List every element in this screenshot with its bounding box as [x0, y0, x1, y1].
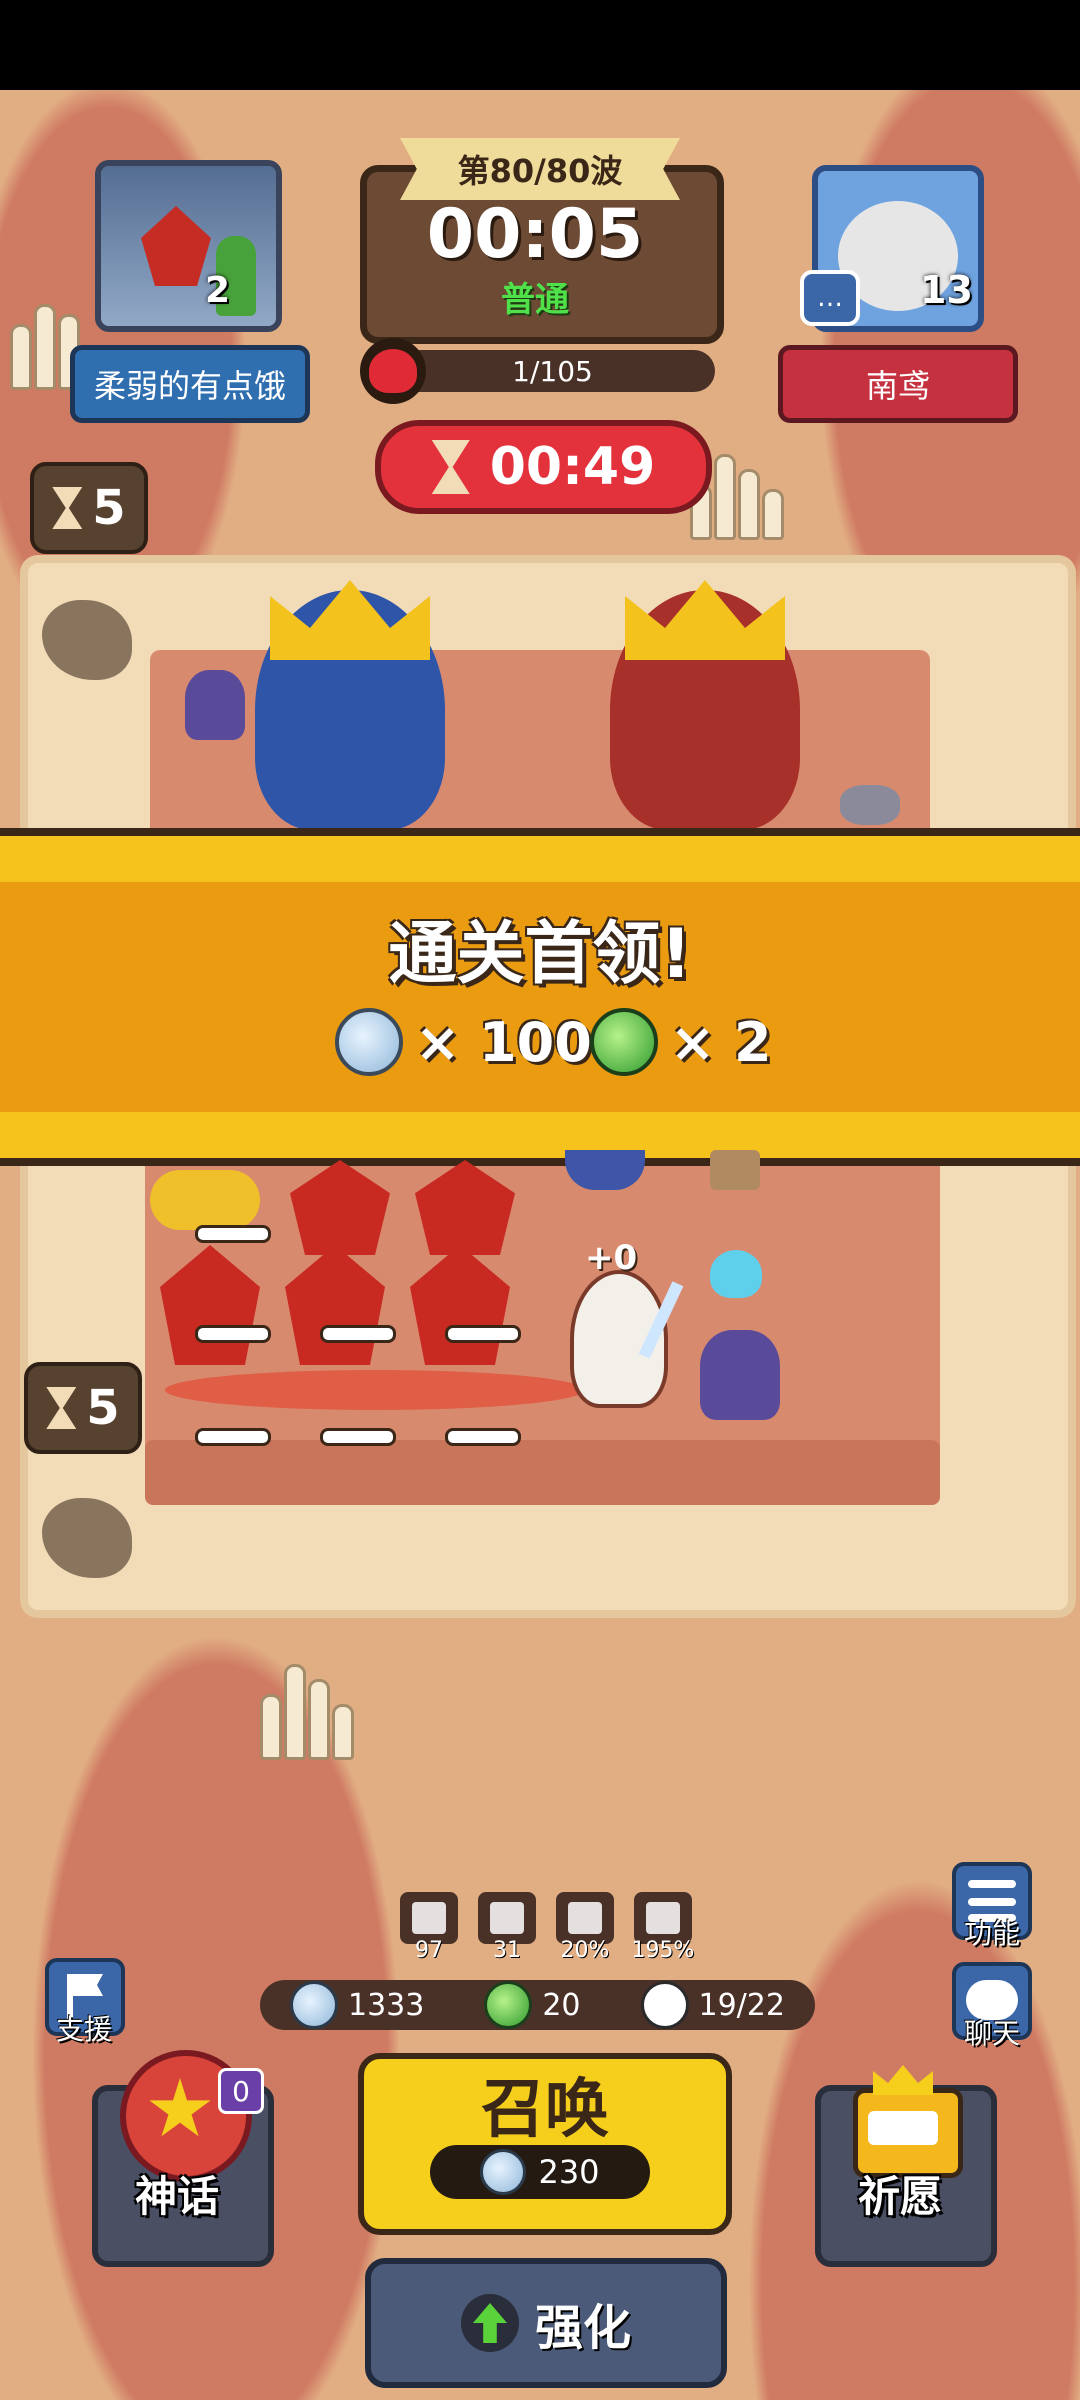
summon-cost: 230 — [430, 2145, 650, 2199]
boss-level: 2 — [205, 270, 231, 311]
silver-coin-icon — [480, 2149, 527, 2195]
up-arrow-icon — [460, 2294, 519, 2352]
wave-timer: 00:05 — [426, 195, 644, 274]
green-gem-icon — [484, 1981, 533, 2029]
stat-speed: 31 — [478, 1892, 536, 1963]
bottom-board-timer: 5 — [24, 1362, 142, 1454]
stats-row: 97 31 20% 195% — [400, 1892, 694, 1963]
hourglass-icon — [52, 487, 83, 529]
status-bar — [0, 0, 1080, 90]
enemy-count: 1/105 — [512, 354, 593, 388]
bottom-timer-value: 5 — [86, 1380, 120, 1436]
enemy-count-bar: 1/105 — [390, 350, 715, 392]
bones-decoration — [250, 1664, 360, 1760]
blue-unit[interactable] — [565, 1150, 645, 1190]
silver-resource: 1333 — [289, 1981, 425, 2029]
archer-unit[interactable] — [700, 1330, 780, 1420]
unit-capacity: 19/22 — [640, 1981, 785, 2029]
hourglass-icon — [46, 1387, 77, 1429]
stat-crit-rate: 20% — [556, 1892, 614, 1963]
opponent-chat-icon[interactable]: … — [800, 270, 860, 326]
unit-hp-bar — [445, 1428, 521, 1446]
enhance-label: 强化 — [534, 2300, 631, 2356]
silver-coin-icon — [335, 1008, 403, 1076]
small-unit — [840, 785, 900, 825]
unit-hp-bar — [195, 1325, 271, 1343]
resource-bar: 1333 20 19/22 — [260, 1980, 815, 2030]
chat-label: 聊天 — [963, 2017, 1020, 2050]
reward-green-text: × 2 — [670, 1010, 772, 1074]
green-resource: 20 — [484, 1981, 581, 2029]
arena-bottom-edge — [145, 1440, 940, 1505]
support-label: 支援 — [55, 2013, 112, 2046]
opponent-name: 南鸢 — [778, 345, 1018, 423]
unit-count: 19/22 — [698, 1987, 785, 2023]
fire-aura — [165, 1370, 585, 1410]
silver-amount: 1333 — [347, 1987, 425, 2023]
top-board-timer: 5 — [30, 462, 148, 554]
stat-value: 97 — [415, 1938, 443, 1963]
slime-unit[interactable] — [710, 1250, 762, 1298]
unit-hp-bar — [445, 1325, 521, 1343]
green-gem-icon — [590, 1008, 658, 1076]
silver-coin-icon — [289, 1981, 338, 2029]
unit-hp-bar — [320, 1325, 396, 1343]
countdown-text: 00:49 — [489, 437, 656, 497]
summon-label: 召唤 — [481, 2073, 609, 2147]
user-icon — [640, 1981, 689, 2029]
monkey-unit[interactable] — [150, 1170, 260, 1230]
stat-value: 20% — [560, 1938, 610, 1963]
boss-countdown: 00:49 — [375, 420, 712, 514]
player-name: 柔弱的有点饿 — [70, 345, 310, 423]
green-amount: 20 — [542, 1987, 581, 2023]
enhance-button[interactable]: 强化 — [365, 2258, 727, 2388]
float-text: +0 — [585, 1238, 638, 1278]
hourglass-icon — [431, 440, 470, 494]
opponent-level: 13 — [920, 268, 973, 312]
unit-hp-bar — [195, 1428, 271, 1446]
myth-label: 神话 — [134, 2172, 219, 2221]
difficulty-label: 普通 — [501, 280, 569, 320]
reward-silver: × 100 — [335, 1008, 592, 1076]
demon-skull-icon — [360, 338, 426, 404]
banner-title: 通关首领! — [388, 915, 692, 994]
boss-cleared-banner — [0, 828, 1080, 1166]
reward-green: × 2 — [590, 1008, 772, 1076]
myth-badge: 0 — [218, 2068, 264, 2114]
reward-silver-text: × 100 — [415, 1010, 592, 1074]
stat-value: 195% — [631, 1938, 695, 1963]
wave-label: 第80/80波 — [400, 138, 680, 200]
stat-attack: 97 — [400, 1892, 458, 1963]
unit-hp-bar — [320, 1428, 396, 1446]
function-label: 功能 — [963, 1917, 1020, 1950]
summon-cost-value: 230 — [538, 2153, 600, 2191]
tree-unit[interactable] — [710, 1150, 760, 1190]
unit-hp-bar — [195, 1225, 271, 1243]
wish-label: 祈愿 — [857, 2172, 942, 2221]
stat-value: 31 — [493, 1938, 521, 1963]
mage-unit — [185, 670, 245, 740]
top-timer-value: 5 — [92, 480, 126, 536]
boss-portrait[interactable] — [95, 160, 282, 332]
stat-crit-damage: 195% — [632, 1892, 694, 1963]
